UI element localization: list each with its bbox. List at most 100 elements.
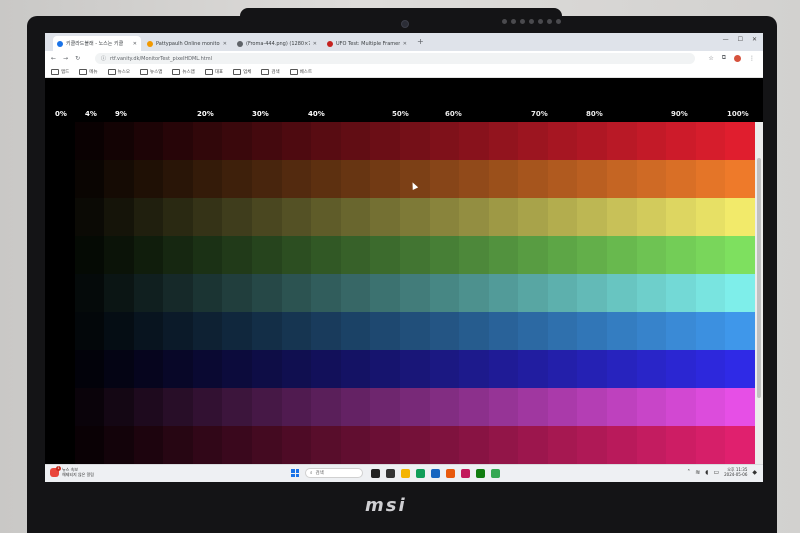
gradient-step [104, 426, 134, 464]
pinned-app-icon[interactable] [461, 469, 470, 478]
gradient-step [252, 350, 282, 388]
tab-close-icon[interactable]: ✕ [313, 41, 317, 47]
gradient-step [547, 236, 578, 274]
bookmark-item[interactable]: 앱드 [51, 68, 69, 75]
tab-label: (Froma-444.png) (1280×720) [246, 40, 310, 47]
bookmark-item[interactable]: 대표 [204, 68, 223, 75]
new-tab-button[interactable]: + [417, 37, 424, 46]
chevron-up-icon[interactable]: ˄ [687, 469, 690, 476]
browser-tab[interactable]: 키클라드블래 - 노스는 키클 ✕ [53, 36, 141, 51]
news-widget[interactable]: 1 뉴스 속보 해제되지 않은 알림 [50, 465, 94, 477]
bookmark-item[interactable]: 메뉴 [79, 68, 98, 75]
bookmark-item[interactable]: 검색 [261, 68, 280, 75]
tab-favicon-icon [237, 40, 243, 47]
gradient-step [459, 198, 489, 236]
gradient-step [459, 274, 489, 312]
search-placeholder: 검색 [315, 471, 324, 476]
bookmark-item[interactable]: 뉴스오 [107, 68, 130, 75]
copilot-icon[interactable]: ◆ [752, 469, 757, 476]
gradient-step [695, 388, 726, 426]
bookmark-label: 베스트 [299, 69, 313, 75]
minimize-icon[interactable]: — [723, 36, 729, 43]
start-button[interactable] [291, 469, 299, 477]
address-text: rtf.vanity.dk/MonitorTest_pixelHDML.html [110, 55, 213, 62]
tab-favicon-icon [327, 40, 333, 47]
gradient-step [518, 198, 548, 236]
gradient-step [252, 160, 282, 198]
battery-icon[interactable]: ▭ [713, 469, 719, 476]
taskbar-search[interactable]: ⌕ 검색 [305, 468, 363, 478]
pinned-app-icon[interactable] [386, 469, 395, 478]
maximize-icon[interactable]: ☐ [738, 36, 743, 43]
tab-close-icon[interactable]: ✕ [403, 41, 407, 47]
gradient-step [311, 160, 341, 198]
gradient-step [577, 198, 607, 236]
menu-icon[interactable]: ⋮ [749, 55, 755, 62]
laptop-screen: 키클라드블래 - 노스는 키클 ✕ Pattypaulh Online monito… [45, 33, 763, 482]
pinned-app-icon[interactable] [431, 469, 440, 478]
gradient-step [133, 198, 164, 236]
monitor-test-page: 0% 4% 9% 20% 30% 40% 50% 60% 70% 80% 90% 100% [45, 78, 763, 464]
back-icon[interactable]: ← [51, 55, 56, 62]
bookmark-item[interactable]: 뉴스앱 [172, 68, 195, 75]
gradient-step [104, 198, 134, 236]
pinned-app-icon[interactable] [371, 469, 380, 478]
profile-avatar[interactable] [734, 54, 741, 62]
bookmark-item[interactable]: 업체 [233, 68, 251, 75]
browser-tab[interactable]: UFO Test: Multiple Framerates✕ [323, 36, 411, 51]
folder-icon [51, 68, 59, 75]
gradient-step [133, 426, 164, 464]
bookmark-star-icon[interactable]: ☆ [708, 55, 713, 62]
gradient-step [311, 312, 341, 350]
tab-label: UFO Test: Multiple Framerates [336, 40, 400, 47]
gradient-step [133, 236, 164, 274]
gradient-step [636, 122, 667, 160]
wifi-icon[interactable]: ≋ [695, 469, 700, 476]
scrollbar-thumb[interactable] [757, 158, 761, 398]
pinned-app-icon[interactable] [491, 469, 500, 478]
reload-icon[interactable]: ↻ [75, 55, 80, 62]
gradient-step [45, 236, 75, 274]
gradient-step [666, 388, 696, 426]
gradient-step [399, 122, 430, 160]
gradient-step [547, 160, 578, 198]
tab-close-icon[interactable]: ✕ [133, 41, 137, 47]
gradient-step [547, 350, 578, 388]
pinned-app-icon[interactable] [476, 469, 485, 478]
gradient-step [340, 274, 371, 312]
gradient-step [725, 198, 755, 236]
gradient-step [606, 198, 637, 236]
gradient-step [488, 122, 519, 160]
bookmark-item[interactable]: 베스트 [289, 68, 313, 75]
pinned-app-icon[interactable] [446, 469, 455, 478]
browser-tab[interactable]: (Froma-444.png) (1280×720)✕ [233, 36, 321, 51]
gradient-step [666, 160, 696, 198]
gradient-step [399, 198, 430, 236]
tab-close-icon[interactable]: ✕ [223, 41, 227, 47]
gradient-step [340, 236, 371, 274]
extensions-icon[interactable]: ⧉ [722, 54, 726, 62]
gradient-step [281, 274, 312, 312]
clock[interactable]: 오후 11:35 2024-05-06 [724, 467, 747, 477]
color-band-magenta [45, 388, 755, 426]
speaker-icon[interactable]: ◖ [705, 469, 708, 476]
percent-label: 80% [586, 110, 603, 118]
gradient-step [725, 350, 755, 388]
gradient-step [666, 274, 696, 312]
site-info-icon[interactable]: ⓘ [101, 55, 106, 62]
browser-tab[interactable]: Pattypaulh Online monitor t ✕ [143, 36, 231, 51]
pinned-app-icon[interactable] [401, 469, 410, 478]
gradient-step [459, 388, 489, 426]
forward-icon[interactable]: → [63, 55, 68, 62]
address-bar[interactable]: ⓘ rtf.vanity.dk/MonitorTest_pixelHDML.ht… [95, 53, 695, 64]
bookmark-item[interactable]: 뉴스앱 [139, 68, 163, 75]
pinned-app-icon[interactable] [416, 469, 425, 478]
gradient-step [488, 426, 519, 464]
gradient-step [459, 426, 489, 464]
folder-icon [107, 68, 116, 75]
gradient-step [518, 274, 548, 312]
gradient-step [340, 198, 371, 236]
news-subtext: 해제되지 않은 알림 [62, 472, 94, 477]
close-icon[interactable]: ✕ [752, 36, 757, 43]
bookmark-label: 뉴스앱 [149, 69, 163, 75]
